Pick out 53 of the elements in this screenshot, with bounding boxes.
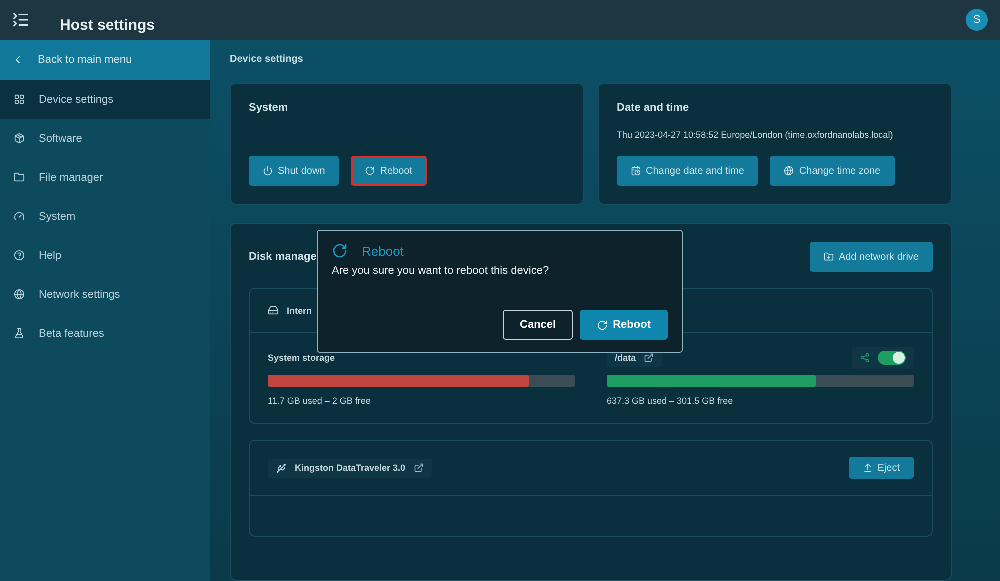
grid-icon (14, 94, 25, 105)
beta-icon (14, 328, 25, 339)
page-title: Host settings (60, 16, 156, 34)
share-icon (860, 353, 870, 363)
share-toggle[interactable] (878, 351, 906, 365)
section-title: Device settings (230, 54, 304, 65)
usage-text: 11.7 GB used – 2 GB free (268, 396, 371, 406)
sidebar-item[interactable]: Software (0, 119, 210, 158)
help-icon (14, 250, 25, 261)
drive-icon (268, 305, 279, 316)
user-avatar[interactable]: S (966, 9, 988, 31)
eject-icon (862, 463, 873, 473)
dialog-message: Are you sure you want to reboot this device? (332, 265, 550, 277)
cancel-button[interactable]: Cancel (503, 310, 574, 340)
gauge-icon (14, 211, 25, 222)
reboot-button[interactable]: Reboot (580, 310, 668, 340)
reboot-icon (332, 243, 348, 259)
external-link-icon[interactable] (414, 463, 424, 473)
sidebar-item[interactable]: Beta features (0, 314, 210, 353)
add-drive-button[interactable]: Add network drive (810, 242, 933, 272)
reboot-icon (365, 166, 376, 176)
drive-label: Kingston DataTraveler 3.0 (295, 463, 406, 473)
menu-icon[interactable] (12, 11, 30, 29)
external-link-icon[interactable] (644, 353, 654, 363)
eject-button[interactable]: Eject (848, 457, 914, 479)
globe-icon (14, 289, 25, 300)
power-icon (263, 166, 273, 176)
sidebar-item[interactable]: Help (0, 236, 210, 275)
card-title: Disk manage (249, 251, 317, 263)
storage-label: System storage (268, 353, 336, 363)
drive-label: Intern (287, 306, 312, 316)
usage-text: 637.3 GB used – 301.5 GB free (607, 396, 734, 406)
calendar-icon (631, 166, 641, 176)
folder-icon (14, 172, 25, 183)
box-icon (14, 133, 25, 144)
card-title: System (249, 102, 290, 114)
usb-icon (276, 462, 287, 474)
sidebar-item[interactable]: File manager (0, 158, 210, 197)
card-title: Date and time (617, 102, 690, 114)
date-time-text: Thu 2023-04-27 10:58:52 Europe/London (time.oxfordnanolabs.local) (617, 130, 894, 140)
folder-plus-icon (824, 252, 834, 262)
globe-icon (784, 166, 794, 176)
sidebar-item[interactable]: Network settings (0, 275, 210, 314)
back-link[interactable]: Back to main menu (0, 40, 210, 80)
storage-label: /data (615, 353, 636, 363)
dialog-title: Reboot (362, 244, 404, 258)
action-button[interactable]: Shut down (249, 156, 340, 186)
action-button[interactable]: Change date and time (617, 156, 758, 186)
reboot-icon (597, 320, 608, 330)
action-button[interactable]: Change time zone (770, 156, 895, 186)
sidebar-item[interactable]: Device settings (0, 80, 210, 119)
action-button[interactable]: Reboot (351, 156, 427, 186)
sidebar-item[interactable]: System (0, 197, 210, 236)
